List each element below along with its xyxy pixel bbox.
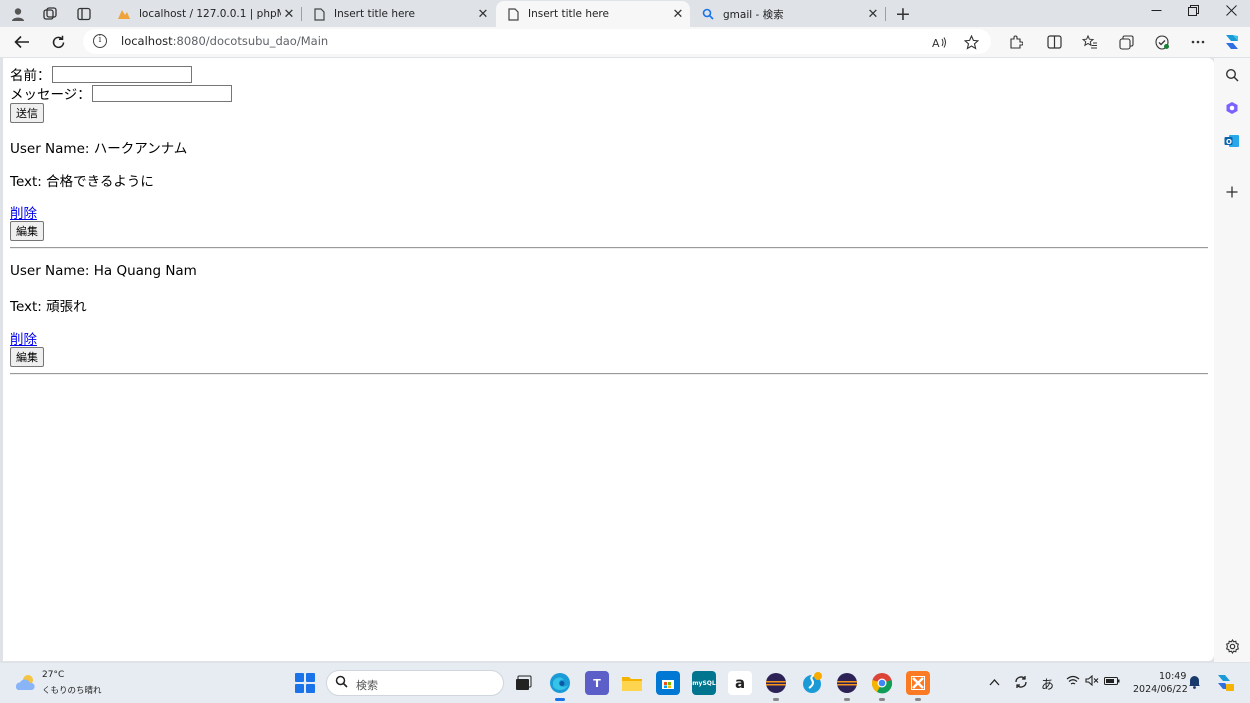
edge-taskbar-icon[interactable] (548, 671, 572, 701)
task-view-icon[interactable] (511, 671, 535, 695)
edge-sidebar: O (1214, 58, 1250, 662)
browser-toolbar: i localhost:8080/docotsubu_dao/Main A (0, 27, 1250, 57)
windows-taskbar: 27°C くもりのち晴れ 検索 T mySQL a あ 10:49 2024/0… (0, 663, 1250, 703)
xampp-icon[interactable] (906, 671, 930, 701)
chrome-icon[interactable] (870, 671, 894, 701)
windows-start-icon[interactable] (295, 673, 315, 693)
browser-essentials-icon[interactable] (1151, 31, 1173, 53)
weather-desc[interactable]: くもりのち晴れ (42, 684, 102, 696)
file-explorer-icon[interactable] (620, 671, 644, 695)
post-user-name: User Name: ハークアンナム (10, 141, 188, 157)
tab-title: Insert title here (334, 8, 415, 20)
tray-chevron-up-icon[interactable] (989, 675, 1000, 689)
name-label: 名前： (10, 68, 51, 84)
vertical-tabs-icon[interactable] (74, 4, 94, 24)
profile-icon[interactable] (8, 4, 28, 24)
close-icon[interactable]: ✕ (670, 7, 686, 22)
back-arrow-icon[interactable] (11, 31, 33, 53)
split-screen-icon[interactable] (1043, 31, 1065, 53)
edit-button[interactable]: 編集 (10, 221, 44, 241)
site-info-icon[interactable]: i (93, 34, 107, 48)
tab-title: localhost / 127.0.0.1 | phpMyAdm (139, 8, 281, 20)
page-icon (312, 7, 326, 21)
tab-title: Insert title here (528, 8, 609, 20)
store-icon[interactable] (656, 671, 680, 695)
phpmyadmin-icon (117, 7, 131, 21)
sidebar-copilot-icon[interactable] (1221, 97, 1243, 119)
url-path: :8080/docotsubu_dao/Main (172, 34, 329, 48)
delete-link[interactable]: 削除 (10, 328, 37, 348)
wifi-icon[interactable] (1066, 675, 1080, 689)
tab-insert-title-2[interactable]: Insert title here ✕ (496, 1, 690, 27)
tab-insert-title-1[interactable]: Insert title here ✕ (302, 1, 495, 27)
web-page: 名前： メッセージ： 送信 User Name: ハークアンナム Text: 合… (3, 58, 1214, 661)
clock-time[interactable]: 10:49 (1159, 671, 1186, 682)
favorites-icon[interactable] (1079, 31, 1101, 53)
minimize-icon[interactable] (1141, 3, 1171, 23)
copilot-tray-icon[interactable] (1214, 672, 1234, 695)
message-input[interactable] (91, 84, 232, 102)
notification-bell-icon[interactable] (1188, 674, 1201, 692)
sidebar-search-icon[interactable] (1221, 64, 1243, 86)
window-close-icon[interactable] (1216, 3, 1246, 23)
mysql-icon[interactable]: mySQL (692, 671, 716, 695)
favorite-star-icon[interactable] (960, 31, 982, 53)
eclipse-icon[interactable] (764, 671, 788, 701)
post-divider (10, 247, 1208, 249)
close-icon[interactable]: ✕ (281, 7, 297, 22)
taskbar-search[interactable]: 検索 (326, 670, 504, 696)
more-options-icon[interactable] (1187, 31, 1209, 53)
submit-button[interactable]: 送信 (10, 103, 44, 123)
clock-date[interactable]: 2024/06/22 (1133, 684, 1188, 695)
close-icon[interactable]: ✕ (865, 7, 881, 22)
post-text: Text: 合格できるように (10, 174, 154, 190)
battery-icon[interactable] (1104, 675, 1120, 689)
address-bar[interactable]: i localhost:8080/docotsubu_dao/Main A (83, 29, 991, 54)
tab-bar: localhost / 127.0.0.1 | phpMyAdm ✕ Inser… (0, 0, 1250, 27)
svg-text:O: O (1226, 138, 1232, 146)
page-icon (506, 7, 520, 21)
collections-icon[interactable] (1115, 31, 1137, 53)
ime-indicator[interactable]: あ (1041, 674, 1054, 693)
workspaces-icon[interactable] (40, 4, 60, 24)
message-label: メッセージ： (10, 87, 91, 103)
outlook-icon[interactable]: O (1221, 130, 1243, 152)
sidebar-add-icon[interactable] (1221, 181, 1243, 203)
post-text: Text: 頑張れ (10, 299, 87, 315)
weather-temp[interactable]: 27°C (42, 670, 64, 680)
message-row: メッセージ： (10, 83, 232, 103)
tab-phpmyadmin[interactable]: localhost / 127.0.0.1 | phpMyAdm ✕ (107, 1, 301, 27)
url-host: localhost (121, 34, 173, 48)
post-user-name: User Name: Ha Quang Nam (10, 263, 197, 279)
name-row: 名前： (10, 64, 192, 84)
eclipse-2-icon[interactable] (835, 671, 859, 701)
read-aloud-icon[interactable]: A (928, 31, 950, 53)
tab-gmail-search[interactable]: gmail - 検索 ✕ (691, 1, 885, 27)
extensions-icon[interactable] (1004, 31, 1026, 53)
restore-icon[interactable] (1178, 3, 1208, 23)
tab-title: gmail - 検索 (723, 8, 784, 21)
search-icon (335, 675, 348, 692)
amazon-icon[interactable]: a (728, 671, 752, 695)
name-input[interactable] (51, 65, 192, 83)
java-update-icon[interactable] (800, 671, 824, 695)
close-icon[interactable]: ✕ (475, 7, 491, 22)
svg-text:A: A (932, 37, 940, 49)
edit-button[interactable]: 編集 (10, 347, 44, 367)
tab-divider (885, 7, 886, 21)
new-tab-button[interactable]: + (893, 3, 913, 25)
copilot-icon[interactable] (1221, 31, 1243, 53)
teams-icon[interactable]: T (585, 671, 609, 695)
settings-gear-icon[interactable] (1221, 635, 1243, 657)
search-placeholder: 検索 (356, 679, 378, 692)
post-divider (10, 373, 1208, 375)
url-text[interactable]: localhost:8080/docotsubu_dao/Main (121, 34, 328, 48)
weather-cloud-icon[interactable] (14, 673, 38, 693)
refresh-icon[interactable] (47, 31, 69, 53)
sync-icon[interactable] (1013, 674, 1029, 693)
search-icon (701, 7, 715, 21)
delete-link[interactable]: 削除 (10, 202, 37, 222)
volume-muted-icon[interactable] (1085, 674, 1099, 689)
